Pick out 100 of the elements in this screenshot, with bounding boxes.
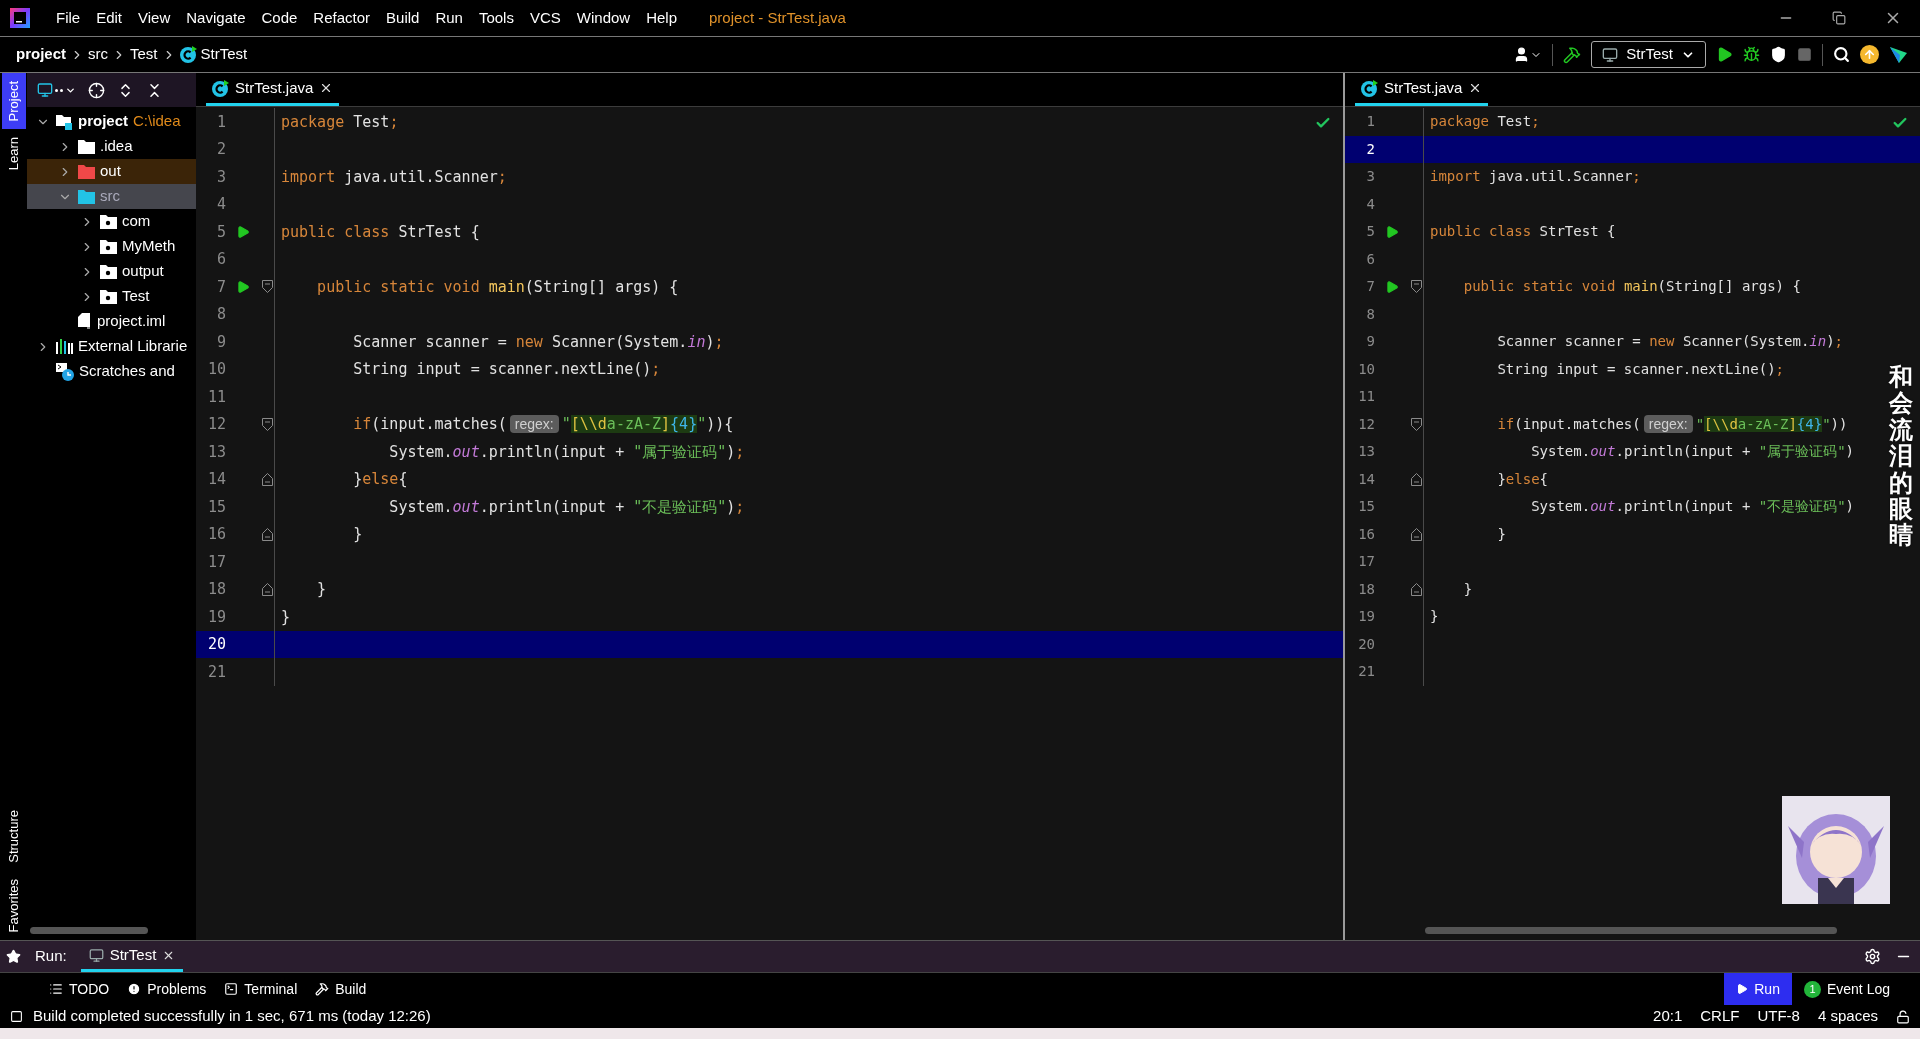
- menu-item[interactable]: Tools: [470, 6, 522, 30]
- menu-item[interactable]: VCS: [521, 6, 569, 30]
- line-number: 11: [206, 386, 226, 408]
- status-item[interactable]: 20:1: [1653, 1005, 1683, 1028]
- line-number: 16: [206, 524, 226, 545]
- menu-item[interactable]: File: [48, 6, 89, 30]
- tree-item[interactable]: project.iml: [27, 309, 196, 334]
- code-text: }else{: [352, 469, 408, 490]
- menu-item[interactable]: Edit: [88, 6, 131, 30]
- menu-item[interactable]: Window: [568, 6, 639, 30]
- menu-item[interactable]: Navigate: [178, 6, 254, 30]
- code-text: System.out.println(input + "不是验证码");: [388, 496, 745, 518]
- view-options-icon[interactable]: [37, 82, 76, 98]
- run-icon[interactable]: [1385, 224, 1399, 239]
- fold-icon[interactable]: [261, 582, 273, 596]
- code-text: public static void main(String[] args) {: [316, 276, 679, 298]
- scrollbar-thumb[interactable]: [1425, 927, 1837, 934]
- line-number: 15: [206, 496, 226, 518]
- code-text: }: [281, 606, 291, 628]
- line-number: 21: [1357, 662, 1375, 682]
- fold-icon[interactable]: [261, 417, 273, 431]
- tree-item[interactable]: src: [27, 184, 196, 209]
- locate-icon[interactable]: [88, 81, 105, 99]
- tool-window-tab[interactable]: Project: [1, 73, 26, 130]
- star-icon[interactable]: [6, 949, 21, 964]
- class-icon: [1361, 79, 1378, 97]
- code-text: System.out.println(input + "属于验证码"): [1530, 442, 1855, 462]
- tree-item[interactable]: External Librarie: [27, 334, 196, 359]
- run-icon[interactable]: [1385, 279, 1399, 294]
- code-text: import java.util.Scanner;: [1430, 167, 1641, 187]
- breadcrumb-item[interactable]: project: [16, 43, 66, 66]
- class-icon: [212, 79, 229, 97]
- tool-window-tab[interactable]: Learn: [1, 129, 26, 179]
- line-number: 8: [1365, 304, 1375, 324]
- fold-icon[interactable]: [1410, 582, 1422, 596]
- status-toggle-icon[interactable]: [10, 1010, 23, 1023]
- tool-window-tab[interactable]: Structure: [1, 801, 26, 871]
- tree-item[interactable]: output: [27, 259, 196, 284]
- stop-icon[interactable]: [1797, 47, 1812, 62]
- project-folder-icon: [56, 113, 73, 130]
- code-editor[interactable]: [1345, 107, 1920, 940]
- tool-window-button[interactable]: 1 Event Log: [1791, 973, 1902, 1005]
- tree-item[interactable]: out: [27, 159, 196, 184]
- scrollbar-thumb[interactable]: [30, 927, 148, 934]
- code-text: }: [316, 579, 327, 600]
- user-icon[interactable]: [1513, 46, 1543, 63]
- tree-item[interactable]: Scratches and: [27, 359, 196, 384]
- package-icon: [100, 264, 117, 279]
- fold-icon[interactable]: [261, 280, 273, 294]
- fold-icon[interactable]: [261, 472, 273, 486]
- run-icon[interactable]: [236, 279, 250, 294]
- menu-item[interactable]: Help: [638, 6, 686, 30]
- tree-item[interactable]: project C:\idea: [27, 109, 196, 134]
- code-text: String input = scanner.nextLine();: [1496, 359, 1784, 379]
- tool-window-button[interactable]: Problems: [118, 973, 216, 1005]
- lock-icon[interactable]: [1896, 1009, 1910, 1024]
- menu-item[interactable]: Run: [427, 6, 471, 30]
- breadcrumb-item[interactable]: Test: [130, 43, 158, 66]
- tree-item[interactable]: Test: [27, 284, 196, 309]
- status-item[interactable]: UTF-8: [1757, 1005, 1800, 1028]
- shield-icon[interactable]: [1770, 46, 1787, 63]
- tool-window-button[interactable]: Build: [306, 973, 376, 1005]
- status-item[interactable]: CRLF: [1700, 1005, 1740, 1028]
- fold-icon[interactable]: [1410, 280, 1422, 294]
- hammer-icon[interactable]: [1563, 45, 1582, 64]
- alert-icon: [127, 982, 142, 996]
- menu-item[interactable]: Code: [253, 6, 306, 30]
- code-text: }: [1496, 524, 1506, 544]
- menu-item[interactable]: View: [130, 6, 179, 30]
- settings-icon[interactable]: [1864, 948, 1881, 965]
- tree-item[interactable]: MyMeth: [27, 234, 196, 259]
- tree-item[interactable]: .idea: [27, 134, 196, 159]
- bug-icon[interactable]: [1743, 46, 1760, 63]
- fold-icon[interactable]: [1410, 472, 1422, 486]
- tool-window-tab[interactable]: Favorites: [1, 870, 26, 940]
- run-config-dropdown[interactable]: StrTest: [1591, 41, 1706, 68]
- run-icon[interactable]: [236, 224, 250, 239]
- restore-icon[interactable]: [1832, 11, 1846, 25]
- toolbox-logo-icon[interactable]: [1889, 45, 1908, 64]
- breadcrumb-item[interactable]: StrTest: [200, 43, 248, 66]
- tool-window-button[interactable]: Run: [1724, 973, 1792, 1005]
- line-number: 2: [1365, 139, 1375, 159]
- menu-item[interactable]: Refactor: [305, 6, 379, 30]
- line-number: 10: [1357, 359, 1375, 379]
- code-text: System.out.println(input + "属于验证码");: [388, 441, 745, 463]
- tool-window-button[interactable]: Terminal: [215, 973, 307, 1005]
- code-text: }: [1430, 607, 1439, 627]
- status-item[interactable]: 4 spaces: [1817, 1005, 1878, 1028]
- fold-icon[interactable]: [261, 527, 273, 541]
- breadcrumb-item[interactable]: src: [88, 43, 108, 66]
- menu-item[interactable]: Build: [378, 6, 428, 30]
- line-number: 12: [206, 414, 226, 435]
- fold-icon[interactable]: [1410, 417, 1422, 431]
- class-icon: [179, 46, 197, 63]
- search-icon[interactable]: [1833, 46, 1850, 63]
- update-icon[interactable]: [1860, 45, 1879, 64]
- fold-icon[interactable]: [1410, 527, 1422, 541]
- run-icon[interactable]: [1716, 46, 1733, 63]
- tree-item[interactable]: com: [27, 209, 196, 234]
- tool-window-button[interactable]: TODO: [40, 973, 119, 1005]
